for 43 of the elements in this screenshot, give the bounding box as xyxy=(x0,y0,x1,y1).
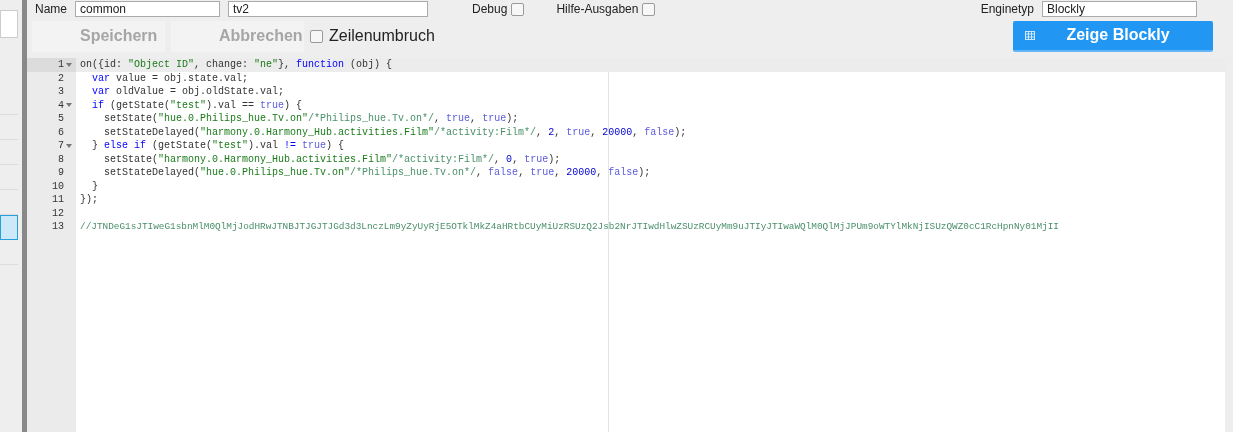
line-number: 3 xyxy=(58,85,64,99)
line-number: 6 xyxy=(58,125,64,139)
engine-select[interactable]: Blockly xyxy=(1042,1,1197,17)
code-line: setState("harmony.0.Harmony_Hub.activities.Film"/*activity:Film*/, 0, true); xyxy=(103,153,561,165)
code-line: setState("hue.0.Philips_hue.Tv.on"/*Philips_hue.Tv.on*/, true, true); xyxy=(103,113,519,124)
search-field[interactable] xyxy=(0,10,18,38)
fold-caret-icon[interactable] xyxy=(66,62,72,67)
name-label: Name xyxy=(35,1,67,18)
debug-label: Debug xyxy=(472,1,508,18)
engine-label: Enginetyp xyxy=(980,1,1034,18)
verbose-checkbox[interactable] xyxy=(642,2,656,16)
verbose-label: Hilfe-Ausgaben xyxy=(556,1,639,18)
code-line: setStateDelayed("hue.0.Philips_hue.Tv.on"/*Philips_hue.Tv.on*/, false, true, 20000, false); xyxy=(103,167,651,178)
grid-icon xyxy=(1025,30,1035,40)
line-number: 9 xyxy=(58,166,64,180)
code-line: //JTNDeG1sJTIweG1sbnMlM0QlMjJodHRwJTNBJTJGJTJGd3d3LnczLm9yZyUyRjE5OTklMkZ4aHRtbCUyMiUzRSUzQ2Jsb2NrJTIwdHlwZSUzRCUyMm9uJTIyJTIwaWQlM0QlMjJPUm9oWTYlMkNjISUzQWZ0cC1RcHpnNy01MjII xyxy=(80,221,1059,232)
name-input[interactable]: tv2 xyxy=(228,1,428,17)
line-number: 2 xyxy=(58,71,64,85)
code-line: if (getState("test").val == true) { xyxy=(91,99,303,111)
line-number: 1 xyxy=(58,58,64,72)
line-number: 12 xyxy=(52,206,64,220)
debug-checkbox[interactable] xyxy=(511,2,525,16)
code-line: var oldValue = obj.oldState.val; xyxy=(91,86,285,97)
code-line: } else if (getState("test").val != true) { xyxy=(91,140,345,151)
line-number: 8 xyxy=(58,152,64,166)
wrap-label: Zeilenumbruch xyxy=(329,26,435,46)
line-number: 11 xyxy=(52,193,64,207)
wrap-checkbox[interactable] xyxy=(310,29,323,43)
line-number: 10 xyxy=(52,179,64,193)
code-line: on({id: "Object ID", change: "ne"}, function (obj) { xyxy=(80,59,393,70)
code-line: } xyxy=(91,180,98,192)
fold-caret-icon[interactable] xyxy=(66,103,72,108)
code-line: var value = obj.state.val; xyxy=(91,72,249,84)
line-number: 7 xyxy=(58,139,64,153)
list-row[interactable] xyxy=(0,215,18,240)
group-select[interactable]: common xyxy=(75,1,220,17)
code-editor[interactable] xyxy=(76,58,1225,432)
fold-caret-icon[interactable] xyxy=(66,143,72,148)
code-line: setStateDelayed("harmony.0.Harmony_Hub.activities.Film"/*activity:Film*/, 2, true, 20000, false); xyxy=(103,126,687,138)
line-number: 13 xyxy=(52,220,64,234)
line-number: 4 xyxy=(58,98,64,112)
line-number: 5 xyxy=(58,112,64,126)
code-line: }); xyxy=(80,194,98,205)
